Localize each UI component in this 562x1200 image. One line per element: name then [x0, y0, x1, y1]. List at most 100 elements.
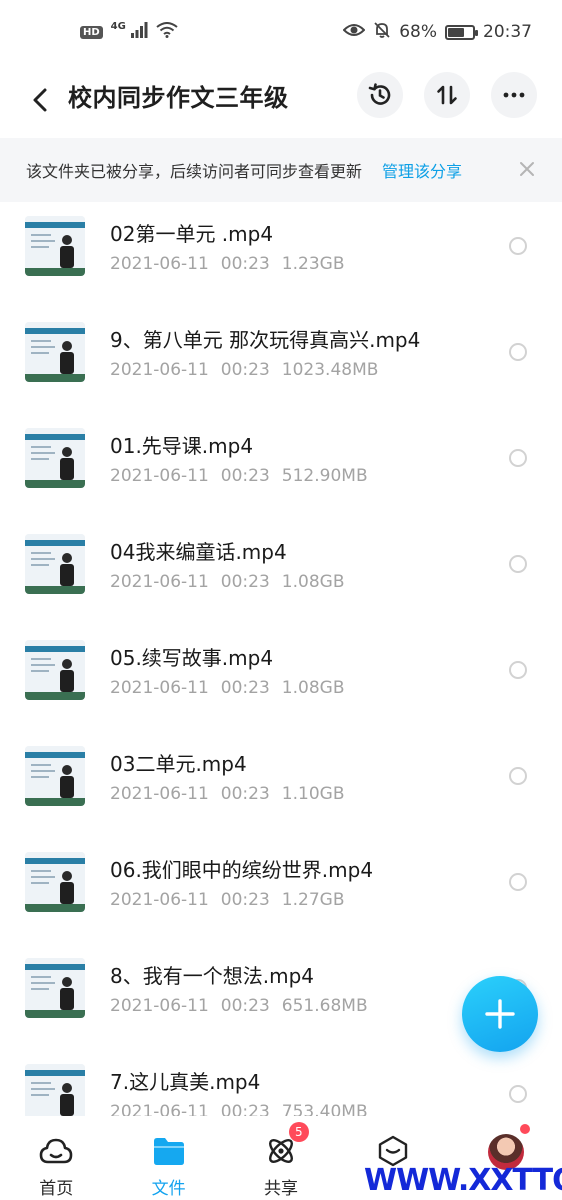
file-meta: 2021-06-11 00:23 651.68MB	[110, 996, 380, 1016]
select-radio[interactable]	[509, 343, 527, 361]
file-row[interactable]: 04我来编童话.mp4 2021-06-11 00:23 1.08GB	[0, 522, 562, 628]
video-thumbnail	[25, 852, 85, 912]
share-badge: 5	[288, 1122, 309, 1142]
select-radio[interactable]	[509, 237, 527, 255]
battery-percent: 68%	[399, 22, 437, 42]
notification-dot	[519, 1124, 530, 1134]
file-date: 2021-06-11	[110, 678, 209, 698]
video-thumbnail	[25, 958, 85, 1018]
mute-bell-icon	[373, 21, 391, 44]
manage-share-link[interactable]: 管理该分享	[382, 158, 462, 182]
folder-icon	[152, 1134, 186, 1168]
battery-icon	[445, 24, 478, 40]
file-name: 9、第八单元 那次玩得真高兴.mp4	[110, 328, 421, 352]
file-row[interactable]: 01.先导课.mp4 2021-06-11 00:23 512.90MB	[0, 416, 562, 522]
select-radio[interactable]	[509, 1085, 527, 1103]
app-header: 校内同步作文三年级	[0, 64, 562, 136]
file-date: 2021-06-11	[110, 890, 209, 910]
more-button[interactable]	[491, 72, 537, 118]
file-name: 7.这儿真美.mp4	[110, 1070, 261, 1094]
nav-item-share[interactable]: 5 共享	[225, 1116, 337, 1200]
file-size: 753.40MB	[281, 1102, 368, 1116]
file-size: 1.23GB	[281, 254, 345, 274]
network-type: 4G	[110, 20, 126, 32]
select-radio[interactable]	[509, 767, 527, 785]
add-button[interactable]	[462, 976, 538, 1052]
file-date: 2021-06-11	[110, 1102, 209, 1116]
screen: HD 4G 68% 20:37 校内同步作文三年级 该文件夹已被分享，后续访问者…	[0, 0, 562, 1200]
file-date: 2021-06-11	[110, 784, 209, 804]
nav-label-home: 首页	[39, 1179, 74, 1199]
watermark: WWW.XXTTQ.COM	[364, 1163, 562, 1198]
nav-item-home[interactable]: 首页	[0, 1116, 112, 1200]
sort-icon	[437, 85, 457, 105]
file-date: 2021-06-11	[110, 254, 209, 274]
file-size: 1.08GB	[281, 572, 345, 592]
file-name: 05.续写故事.mp4	[110, 646, 274, 670]
page-title: 校内同步作文三年级	[68, 84, 289, 112]
close-icon	[520, 162, 534, 176]
file-time: 00:23	[220, 466, 270, 486]
file-meta: 2021-06-11 00:23 1.08GB	[110, 572, 356, 592]
nav-label-share: 共享	[264, 1179, 299, 1199]
signal-icon	[130, 21, 148, 43]
more-icon	[503, 92, 525, 98]
file-size: 651.68MB	[281, 996, 368, 1016]
file-time: 00:23	[220, 1102, 270, 1116]
history-icon	[368, 83, 391, 105]
hd-indicator: HD	[80, 25, 103, 39]
file-name: 01.先导课.mp4	[110, 434, 254, 458]
file-time: 00:23	[220, 784, 270, 804]
status-right: 68% 20:37	[342, 21, 532, 44]
battery-fill	[448, 27, 465, 37]
file-size: 1023.48MB	[281, 360, 379, 380]
select-radio[interactable]	[509, 661, 527, 679]
select-radio[interactable]	[509, 873, 527, 891]
close-banner-button[interactable]	[516, 158, 538, 180]
file-size: 1.10GB	[281, 784, 345, 804]
file-row[interactable]: 06.我们眼中的缤纷世界.mp4 2021-06-11 00:23 1.27GB	[0, 840, 562, 946]
history-button[interactable]	[357, 72, 403, 118]
file-date: 2021-06-11	[110, 466, 209, 486]
file-meta: 2021-06-11 00:23 1.10GB	[110, 784, 356, 804]
back-icon	[33, 88, 47, 112]
video-thumbnail	[25, 428, 85, 488]
file-date: 2021-06-11	[110, 360, 209, 380]
file-size: 512.90MB	[281, 466, 368, 486]
file-meta: 2021-06-11 00:23 753.40MB	[110, 1102, 380, 1116]
file-row[interactable]: 05.续写故事.mp4 2021-06-11 00:23 1.08GB	[0, 628, 562, 734]
nav-item-files[interactable]: 文件	[112, 1116, 224, 1200]
file-meta: 2021-06-11 00:23 512.90MB	[110, 466, 380, 486]
file-row[interactable]: 9、第八单元 那次玩得真高兴.mp4 2021-06-11 00:23 1023.48…	[0, 310, 562, 416]
file-meta: 2021-06-11 00:23 1023.48MB	[110, 360, 390, 380]
video-thumbnail	[25, 746, 85, 806]
wifi-icon	[156, 21, 178, 43]
file-row[interactable]: 03二单元.mp4 2021-06-11 00:23 1.10GB	[0, 734, 562, 840]
home-cloud-icon	[39, 1134, 73, 1168]
share-banner-text: 该文件夹已被分享，后续访问者可同步查看更新	[26, 162, 363, 181]
file-name: 06.我们眼中的缤纷世界.mp4	[110, 858, 374, 882]
file-list: 02第一单元 .mp4 2021-06-11 00:23 1.23GB 9、第八单元 那…	[0, 204, 562, 1116]
share-banner: 该文件夹已被分享，后续访问者可同步查看更新 管理该分享	[0, 138, 562, 202]
clock: 20:37	[483, 22, 532, 42]
file-size: 1.08GB	[281, 678, 345, 698]
file-time: 00:23	[220, 360, 270, 380]
file-time: 00:23	[220, 254, 270, 274]
nav-label-files: 文件	[151, 1179, 186, 1199]
file-row[interactable]: 02第一单元 .mp4 2021-06-11 00:23 1.23GB	[0, 204, 562, 310]
file-meta: 2021-06-11 00:23 1.27GB	[110, 890, 356, 910]
file-time: 00:23	[220, 572, 270, 592]
video-thumbnail	[25, 534, 85, 594]
video-thumbnail	[25, 216, 85, 276]
file-time: 00:23	[220, 890, 270, 910]
select-radio[interactable]	[509, 555, 527, 573]
sort-button[interactable]	[424, 72, 470, 118]
file-row[interactable]: 7.这儿真美.mp4 2021-06-11 00:23 753.40MB	[0, 1052, 562, 1116]
eye-icon	[342, 22, 366, 43]
file-name: 02第一单元 .mp4	[110, 222, 274, 246]
status-bar: HD 4G 68% 20:37	[0, 0, 562, 64]
back-button[interactable]	[20, 80, 60, 120]
video-thumbnail	[25, 1064, 85, 1116]
file-time: 00:23	[220, 678, 270, 698]
select-radio[interactable]	[509, 449, 527, 467]
